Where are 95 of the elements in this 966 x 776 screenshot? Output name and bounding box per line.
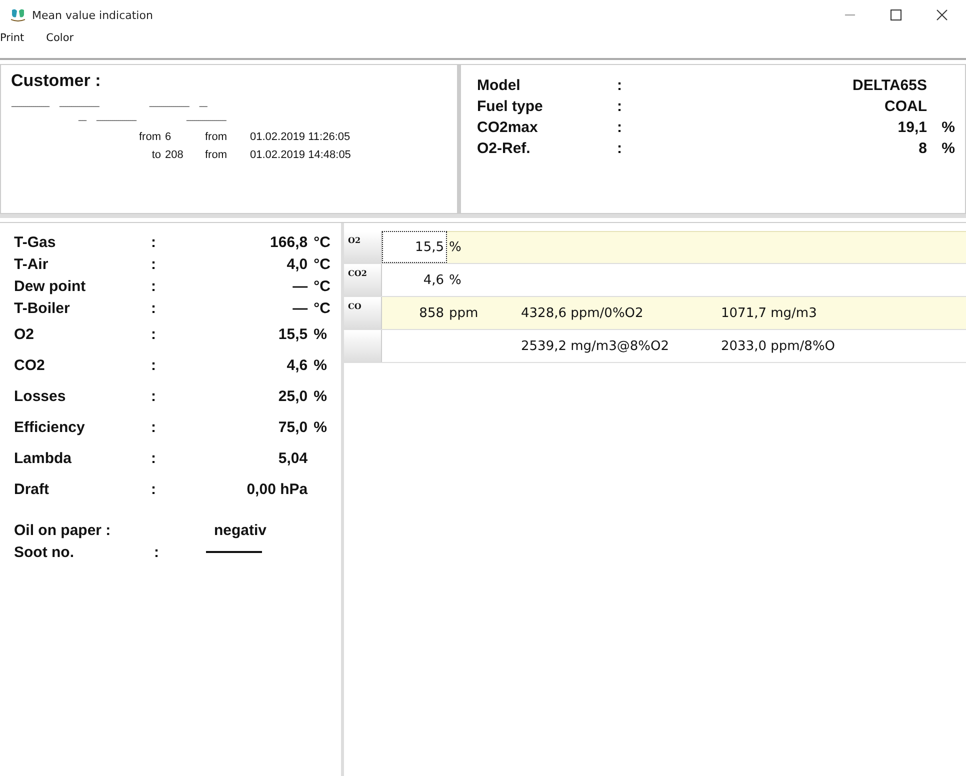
field-value: 8 (918, 139, 927, 159)
table-row[interactable]: O2 15,5 % (344, 231, 966, 264)
unit-label: °C (314, 256, 330, 272)
unit-label: % (314, 326, 327, 343)
unit-label: % (314, 357, 327, 374)
colon: : (154, 544, 160, 560)
field-value: 4,0 (286, 256, 308, 272)
field-value: 19,1 (896, 118, 927, 138)
unit-label: % (314, 419, 327, 436)
field-label: CO2 (14, 357, 46, 374)
field-value: 166,8 (269, 234, 308, 250)
row-header[interactable]: CO2 (344, 264, 382, 296)
range-time: 01.02.2019 14:48:05 (250, 148, 352, 163)
placeholder-dashes: ---- (198, 100, 207, 113)
placeholder-dashes: -------------------- (148, 100, 189, 113)
field-label: T-Boiler (14, 300, 71, 316)
field-label: O2 (14, 326, 36, 343)
unit-label: °C (314, 300, 330, 316)
table-cell-text: 4328,6 ppm/0%O2 (520, 304, 644, 322)
field-value: 15,5 (277, 326, 308, 343)
field-value: 4,6 (286, 357, 308, 374)
colon: : (151, 450, 158, 467)
table-cell-text: % (448, 272, 462, 290)
colon: : (151, 388, 158, 405)
colon: : (151, 326, 158, 343)
unit-label: °C (314, 278, 330, 294)
field-label: Oil on paper : (14, 522, 112, 538)
field-label: Efficiency (14, 419, 86, 436)
unit-label: % (942, 119, 955, 136)
field-label: CO2max (477, 118, 539, 138)
unit-label: % (314, 388, 327, 405)
placeholder-dashes: -------------------- (186, 114, 226, 127)
field-value: 75,0 (277, 419, 308, 436)
range-index: 208 (164, 148, 184, 163)
close-icon[interactable] (936, 9, 948, 21)
unit-label: % (942, 140, 955, 157)
range-time: 01.02.2019 11:26:05 (250, 130, 352, 145)
table-cell-text: 858 (418, 304, 445, 322)
placeholder-dashes: ------------------- (11, 100, 49, 113)
table-cell-text: ppm (448, 304, 480, 322)
app-icon (10, 8, 26, 22)
field-value: 25,0 (277, 388, 308, 405)
menu-item[interactable]: Color (46, 30, 74, 44)
colon: : (617, 139, 623, 159)
field-label: Fuel type (477, 97, 544, 117)
field-value: COAL (884, 97, 927, 117)
placeholder-dashes: -------------------- (96, 114, 136, 127)
unit-label: °C (314, 234, 330, 250)
colon: : (151, 234, 158, 250)
table-row[interactable]: CO 858 ppm 4328,6 ppm/0%O2 1071,7 mg/m3 (344, 297, 966, 330)
table-cell-text: 2033,0 ppm/8%O (720, 338, 836, 356)
empty-value-line (206, 551, 262, 553)
row-header[interactable]: CO (344, 297, 382, 329)
field-label: Soot no. (14, 544, 75, 560)
row-header[interactable]: O2 (344, 231, 382, 263)
field-label: Model (477, 76, 522, 96)
table-cell: 15,5 (382, 231, 447, 263)
field-label: Dew point (14, 278, 87, 294)
field-value: — (292, 300, 308, 316)
menu-item[interactable]: Print (0, 30, 24, 44)
field-value: negativ (214, 522, 268, 538)
colon: : (151, 300, 158, 316)
colon: : (617, 76, 623, 96)
colon: : (617, 97, 623, 117)
field-label: Lambda (14, 450, 73, 467)
table-cell-text: % (448, 238, 462, 256)
range-label: from (138, 130, 161, 145)
field-value: DELTA65S (852, 76, 927, 96)
field-label: T-Gas (14, 234, 57, 250)
placeholder-dashes: ---- (78, 114, 86, 127)
colon: : (151, 278, 158, 294)
field-value: 0,00 hPa (246, 481, 308, 498)
field-value: — (292, 278, 308, 294)
field-label: T-Air (14, 256, 50, 272)
colon: : (151, 357, 158, 374)
table-row[interactable]: 2539,2 mg/m3@8%O2 2033,0 ppm/8%O (344, 330, 966, 363)
colon: : (151, 419, 158, 436)
field-label: Draft (14, 481, 50, 498)
range-label: from (205, 148, 228, 163)
field-label: Losses (14, 388, 67, 405)
range-label: to (150, 148, 161, 163)
maximize-icon[interactable] (890, 9, 902, 21)
customer-label: Customer : (11, 71, 102, 91)
field-label: O2-Ref. (477, 139, 532, 159)
colon: : (151, 481, 158, 498)
placeholder-dashes: -------------------- (58, 100, 99, 113)
window-title: Mean value indication (32, 8, 153, 22)
range-label: from (205, 130, 228, 145)
table-cell-text: 4,6 (422, 272, 445, 290)
table-cell-text: 2539,2 mg/m3@8%O2 (520, 338, 670, 356)
table-cell-text: 1071,7 mg/m3 (720, 304, 818, 322)
colon: : (617, 118, 623, 138)
field-value: 5,04 (277, 450, 308, 467)
colon: : (151, 256, 158, 272)
range-index: 6 (164, 130, 172, 145)
